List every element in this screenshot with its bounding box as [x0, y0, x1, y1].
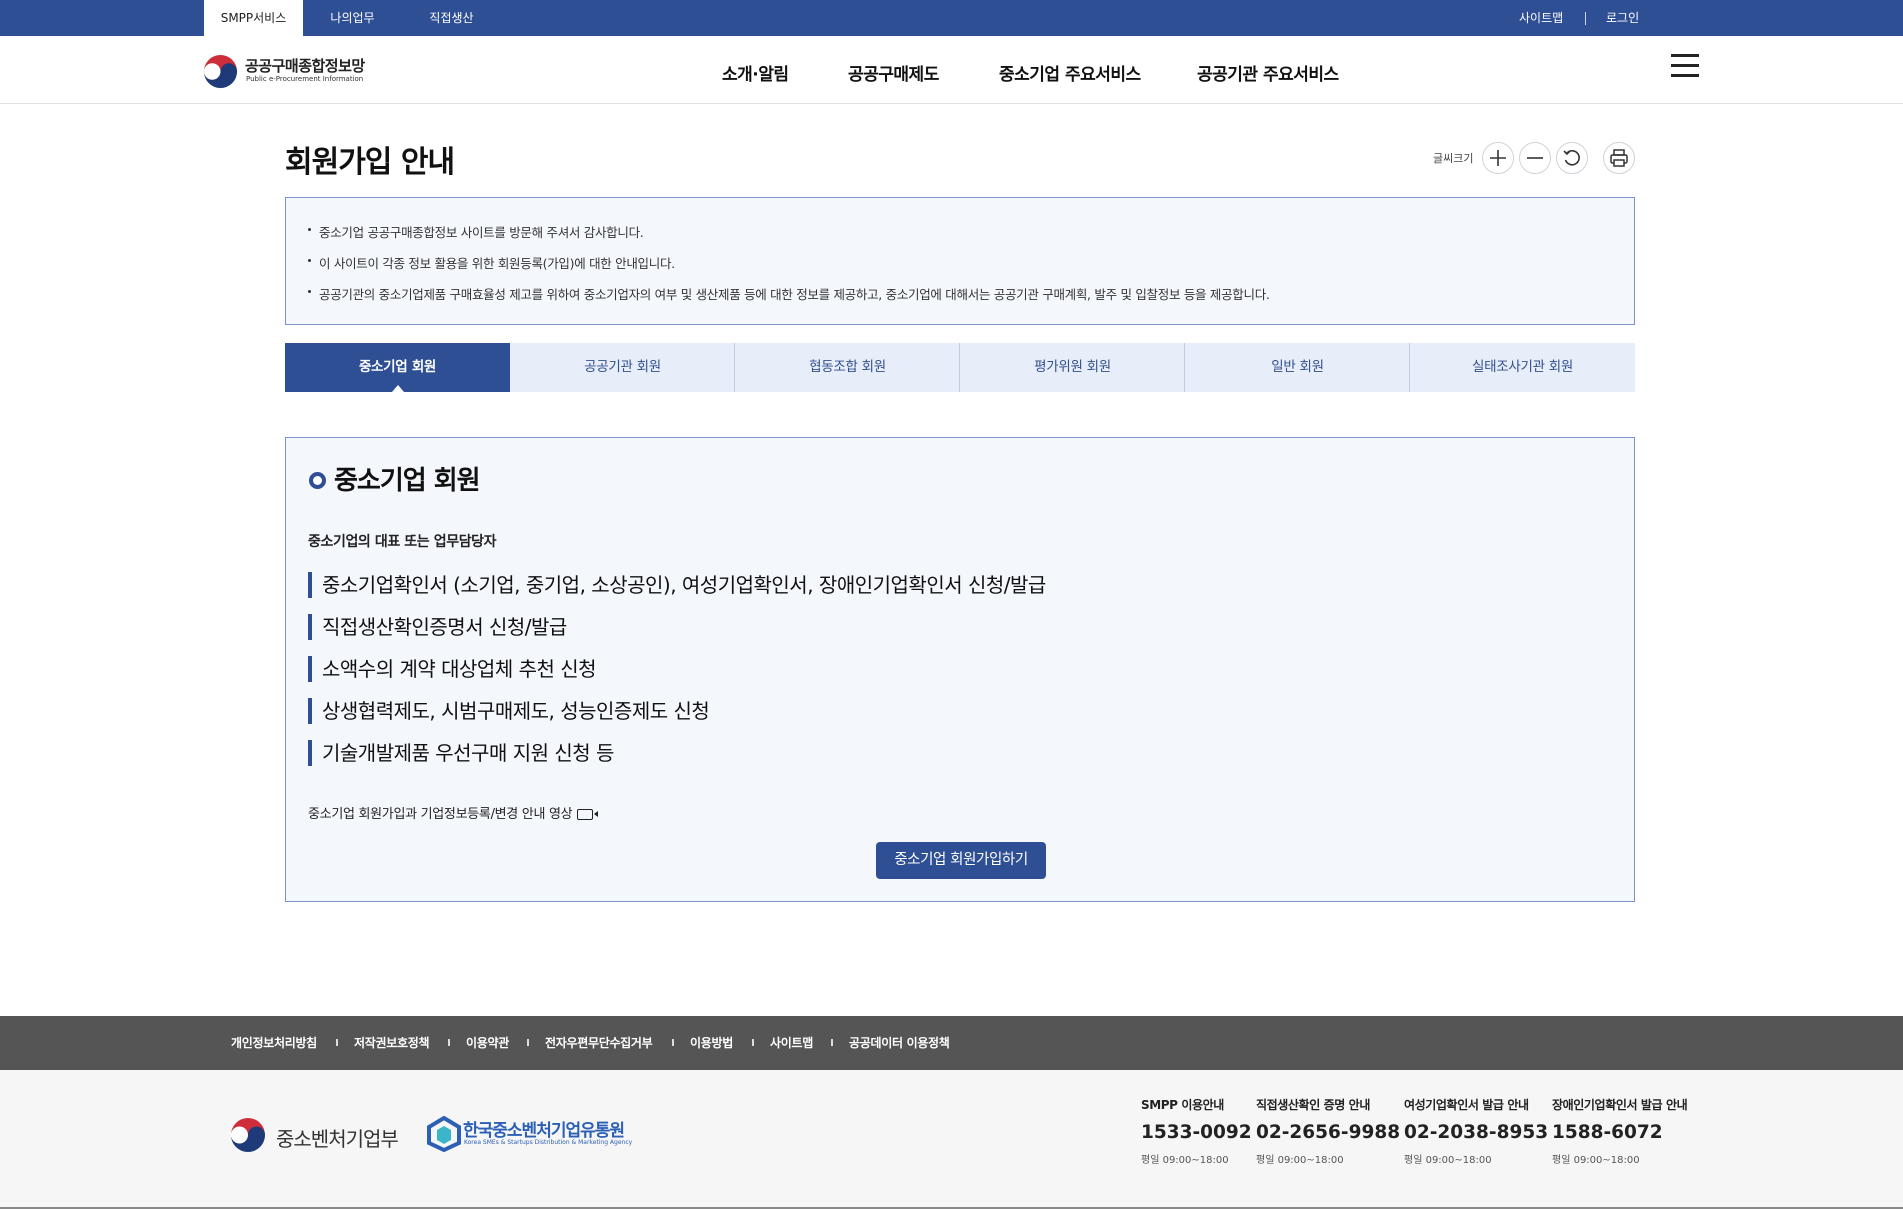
contact-phone: 02-2656-9988 [1256, 1122, 1401, 1143]
contact-women-business: 여성기업확인서 발급 안내 02-2038-8953 평일 09:00~18:0… [1404, 1096, 1548, 1166]
sme-member-panel: 중소기업 회원 중소기업의 대표 또는 업무담당자 중소기업확인서 (소기업, … [285, 437, 1635, 902]
footer-divider [752, 1039, 754, 1046]
kodma-logo: 한국중소벤처기업유통원 Korea SMEs & Startups Distri… [427, 1114, 647, 1156]
font-decrease-button[interactable] [1519, 142, 1551, 174]
contact-phone: 02-2038-8953 [1404, 1122, 1549, 1143]
tab-my-work[interactable]: 나의업무 [303, 0, 402, 36]
tab-sme-member[interactable]: 중소기업 회원 [285, 343, 510, 392]
nav-sme-services[interactable]: 중소기업 주요서비스 [999, 60, 1141, 85]
footer-link-usage[interactable]: 이용방법 [690, 1016, 733, 1070]
print-button[interactable] [1603, 142, 1635, 174]
sme-join-button[interactable]: 중소기업 회원가입하기 [876, 842, 1046, 879]
target-description: 중소기업의 대표 또는 업무담당자 [308, 534, 497, 550]
contact-disabled-business: 장애인기업확인서 발급 안내 1588-6072 평일 09:00~18:00 [1552, 1096, 1688, 1166]
plus-icon [1490, 150, 1506, 166]
section-bullet-icon [309, 472, 326, 489]
footer-link-privacy[interactable]: 개인정보처리방침 [231, 1016, 317, 1070]
contact-name: 직접생산확인 증명 안내 [1256, 1098, 1370, 1112]
notice-item: 공공기관의 중소기업제품 구매효율성 제고를 위하여 중소기업자의 여부 및 생… [308, 284, 1270, 303]
guide-video-link[interactable]: 중소기업 회원가입과 기업정보등록/변경 안내 영상 [308, 803, 599, 822]
reset-icon [1563, 149, 1580, 166]
menu-hamburger-icon[interactable] [1671, 54, 1699, 78]
minus-icon [1527, 157, 1543, 159]
contact-hours: 평일 09:00~18:00 [1141, 1155, 1229, 1166]
nav-intro[interactable]: 소개·알림 [722, 60, 789, 85]
tab-general-member[interactable]: 일반 회원 [1185, 343, 1410, 392]
footer-divider [448, 1039, 450, 1046]
contact-phone: 1533-0092 [1141, 1122, 1252, 1143]
mss-name: 중소벤처기업부 [276, 1127, 399, 1151]
footer-link-sitemap[interactable]: 사이트맵 [770, 1016, 813, 1070]
logo-subtitle: Public e-Procurement Information [246, 75, 364, 83]
tab-evaluator-member[interactable]: 평가위원 회원 [960, 343, 1185, 392]
contact-smpp: SMPP 이용안내 1533-0092 평일 09:00~18:00 [1141, 1096, 1252, 1166]
footer-link-copyright[interactable]: 저작권보호정책 [354, 1016, 429, 1070]
font-reset-button[interactable] [1556, 142, 1588, 174]
sitemap-link[interactable]: 사이트맵 [1519, 0, 1563, 36]
page-title: 회원가입 안내 [285, 145, 455, 180]
taegeuk-emblem-icon [231, 1118, 265, 1152]
contact-name: 장애인기업확인서 발급 안내 [1552, 1098, 1688, 1112]
tab-smpp-service[interactable]: SMPP서비스 [204, 0, 303, 36]
contact-phone: 1588-6072 [1552, 1122, 1663, 1143]
active-tab-caret [391, 385, 404, 392]
video-camera-icon [577, 809, 599, 820]
footer-link-email-refusal[interactable]: 전자우편무단수집거부 [545, 1016, 653, 1070]
contact-name: SMPP 이용안내 [1141, 1098, 1224, 1112]
util-divider [1585, 12, 1586, 25]
site-logo[interactable]: 공공구매종합정보망 Public e-Procurement Informati… [203, 52, 393, 92]
font-size-label: 글씨크기 [1433, 152, 1474, 165]
footer-divider [336, 1039, 338, 1046]
footer-link-terms[interactable]: 이용약관 [466, 1016, 509, 1070]
login-link[interactable]: 로그인 [1606, 0, 1639, 36]
mss-logo: 중소벤처기업부 [230, 1115, 420, 1157]
notice-item: 이 사이트이 각종 정보 활용을 위한 회원등록(가입)에 대한 안내입니다. [308, 253, 675, 272]
kodma-english-name: Korea SMEs & Startups Distribution & Mar… [464, 1139, 633, 1146]
footer-nav: 개인정보처리방침 저작권보호정책 이용약관 전자우편무단수집거부 이용방법 사이… [0, 1016, 1903, 1070]
kodma-mark-icon [427, 1116, 461, 1152]
tab-public-agency-member[interactable]: 공공기관 회원 [510, 343, 735, 392]
service-item: 상생협력제도, 시범구매제도, 성능인증제도 신청 [308, 698, 710, 724]
site-header: 공공구매종합정보망 Public e-Procurement Informati… [0, 36, 1903, 104]
contact-hours: 평일 09:00~18:00 [1552, 1155, 1640, 1166]
contact-direct-production: 직접생산확인 증명 안내 02-2656-9988 평일 09:00~18:00 [1256, 1096, 1400, 1166]
logo-title: 공공구매종합정보망 [245, 57, 365, 75]
footer-divider [831, 1039, 833, 1046]
nav-procurement-system[interactable]: 공공구매제도 [848, 60, 939, 85]
member-type-tabs: 중소기업 회원 공공기관 회원 협동조합 회원 평가위원 회원 일반 회원 실태… [285, 343, 1635, 392]
contact-hours: 평일 09:00~18:00 [1256, 1155, 1344, 1166]
site-footer: 중소벤처기업부 한국중소벤처기업유통원 Korea SMEs & Startup… [0, 1070, 1903, 1209]
intro-notice-box: 중소기업 공공구매종합정보 사이트를 방문해 주셔서 감사합니다. 이 사이트이… [285, 197, 1635, 325]
notice-item: 중소기업 공공구매종합정보 사이트를 방문해 주셔서 감사합니다. [308, 222, 644, 241]
service-item: 소액수의 계약 대상업체 추천 신청 [308, 656, 597, 682]
kodma-name: 한국중소벤처기업유통원 [463, 1121, 625, 1141]
top-utility-bar: SMPP서비스 나의업무 직접생산 사이트맵 로그인 [0, 0, 1903, 36]
taegeuk-emblem-icon [203, 54, 238, 89]
font-increase-button[interactable] [1482, 142, 1514, 174]
contact-name: 여성기업확인서 발급 안내 [1404, 1098, 1529, 1112]
tab-survey-agency-member[interactable]: 실태조사기관 회원 [1410, 343, 1635, 392]
footer-divider [527, 1039, 529, 1046]
service-item: 기술개발제품 우선구매 지원 신청 등 [308, 740, 614, 766]
tab-direct-production[interactable]: 직접생산 [402, 0, 501, 36]
footer-link-public-data[interactable]: 공공데이터 이용정책 [849, 1016, 950, 1070]
contact-hours: 평일 09:00~18:00 [1404, 1155, 1492, 1166]
tab-cooperative-member[interactable]: 협동조합 회원 [735, 343, 960, 392]
service-item: 직접생산확인증명서 신청/발급 [308, 614, 567, 640]
service-item: 중소기업확인서 (소기업, 중기업, 소상공인), 여성기업확인서, 장애인기업… [308, 572, 1046, 598]
section-title: 중소기업 회원 [334, 466, 481, 496]
nav-public-agency-services[interactable]: 공공기관 주요서비스 [1197, 60, 1339, 85]
footer-divider [672, 1039, 674, 1046]
printer-icon [1610, 149, 1628, 167]
